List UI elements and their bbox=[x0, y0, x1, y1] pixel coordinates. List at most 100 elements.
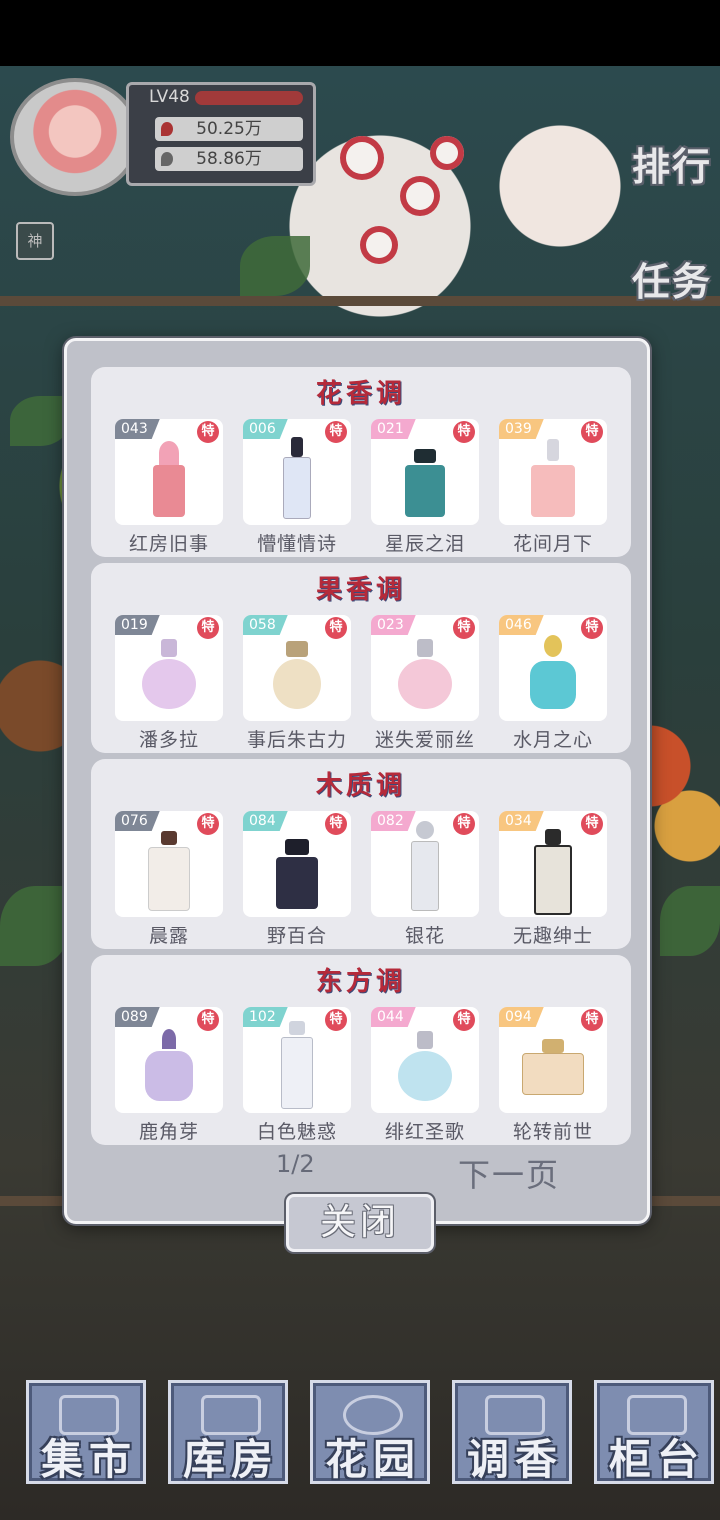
nav-market[interactable]: 集市 bbox=[26, 1380, 146, 1484]
perfume-bottle-cap-icon bbox=[545, 829, 561, 845]
perfume-item[interactable]: 021 特 星辰之泪 bbox=[371, 419, 479, 556]
next-page-button[interactable]: 下一页 bbox=[458, 1150, 560, 1196]
special-badge: 特 bbox=[453, 1009, 475, 1031]
perfume-item[interactable]: 034 特 无趣绅士 bbox=[499, 811, 607, 948]
leaf-icon bbox=[161, 152, 173, 166]
special-badge: 特 bbox=[453, 813, 475, 835]
side-menu-task[interactable]: 任务 bbox=[614, 251, 712, 306]
perfume-number: 084 bbox=[243, 811, 288, 831]
perfume-item[interactable]: 102 特 白色魅惑 bbox=[243, 1007, 351, 1144]
perfume-number: 006 bbox=[243, 419, 288, 439]
special-badge: 特 bbox=[325, 1009, 347, 1031]
perfume-name: 懵懂情诗 bbox=[256, 533, 337, 555]
category-woody: 木质调 076 特 晨露 084 特 野百合 082 特 银花 034 特 无趣… bbox=[91, 759, 631, 949]
perfume-item[interactable]: 089 特 鹿角芽 bbox=[115, 1007, 223, 1144]
perfume-item[interactable]: 082 特 银花 bbox=[371, 811, 479, 948]
player-stats: LV48 50.25万 58.86万 bbox=[126, 82, 316, 186]
perfume-bottle-icon bbox=[398, 1051, 452, 1101]
special-badge: 特 bbox=[581, 421, 603, 443]
experience-bar bbox=[195, 91, 303, 105]
perfume-card[interactable]: 046 特 bbox=[499, 615, 607, 721]
nav-counter[interactable]: 柜台 bbox=[594, 1380, 714, 1484]
perfume-card[interactable]: 058 特 bbox=[243, 615, 351, 721]
perfume-item[interactable]: 084 特 野百合 bbox=[243, 811, 351, 948]
special-badge: 特 bbox=[325, 421, 347, 443]
perfume-number: 058 bbox=[243, 615, 288, 635]
perfume-number: 023 bbox=[371, 615, 416, 635]
perfume-card[interactable]: 034 特 bbox=[499, 811, 607, 917]
perfume-card[interactable]: 021 特 bbox=[371, 419, 479, 525]
nav-warehouse[interactable]: 库房 bbox=[168, 1380, 288, 1484]
flower-decoration bbox=[340, 136, 384, 180]
perfume-name: 红房旧事 bbox=[128, 533, 209, 555]
perfume-card[interactable]: 076 特 bbox=[115, 811, 223, 917]
perfume-bottle-cap-icon bbox=[544, 635, 562, 657]
perfume-item[interactable]: 039 特 花间月下 bbox=[499, 419, 607, 556]
perfume-name: 花间月下 bbox=[512, 533, 593, 555]
perfume-bottle-icon bbox=[398, 659, 452, 709]
perfume-bottle-icon bbox=[522, 1053, 584, 1095]
special-badge: 特 bbox=[453, 617, 475, 639]
perfume-bottle-cap-icon bbox=[161, 639, 177, 657]
perfume-number: 094 bbox=[499, 1007, 544, 1027]
close-button[interactable]: 关闭 bbox=[286, 1194, 434, 1252]
special-badge: 特 bbox=[197, 813, 219, 835]
perfume-bottle-icon bbox=[148, 847, 190, 911]
side-menu: 排行 任务 bbox=[614, 136, 712, 324]
flower-decoration bbox=[400, 176, 440, 216]
category-title: 木质调 bbox=[315, 771, 406, 801]
leaf-decoration bbox=[0, 886, 70, 966]
perfume-name: 银花 bbox=[404, 925, 445, 947]
perfume-card[interactable]: 019 特 bbox=[115, 615, 223, 721]
perfume-name: 星辰之泪 bbox=[384, 533, 465, 555]
perfume-card[interactable]: 082 特 bbox=[371, 811, 479, 917]
status-bar bbox=[0, 0, 720, 66]
perfume-item[interactable]: 058 特 事后朱古力 bbox=[243, 615, 351, 752]
perfume-card[interactable]: 084 特 bbox=[243, 811, 351, 917]
perfume-bottle-cap-icon bbox=[542, 1039, 564, 1053]
perfume-card[interactable]: 044 特 bbox=[371, 1007, 479, 1113]
perfume-item[interactable]: 006 特 懵懂情诗 bbox=[243, 419, 351, 556]
god-badge[interactable]: 神 bbox=[16, 222, 54, 260]
perfume-card[interactable]: 102 特 bbox=[243, 1007, 351, 1113]
perfume-name: 晨露 bbox=[148, 925, 189, 947]
perfume-card[interactable]: 039 特 bbox=[499, 419, 607, 525]
perfume-number: 082 bbox=[371, 811, 416, 831]
perfume-card[interactable]: 043 特 bbox=[115, 419, 223, 525]
nav-garden[interactable]: 花园 bbox=[310, 1380, 430, 1484]
special-badge: 特 bbox=[453, 421, 475, 443]
perfume-item[interactable]: 019 特 潘多拉 bbox=[115, 615, 223, 752]
perfume-item[interactable]: 076 特 晨露 bbox=[115, 811, 223, 948]
perfume-bottle-cap-icon bbox=[162, 1029, 176, 1049]
perfume-card[interactable]: 089 特 bbox=[115, 1007, 223, 1113]
side-menu-ranking[interactable]: 排行 bbox=[614, 136, 712, 191]
nav-blend[interactable]: 调香 bbox=[452, 1380, 572, 1484]
page-indicator: 1/2 bbox=[276, 1150, 315, 1178]
bottom-navigation: 集市 库房 花园 调香 柜台 bbox=[0, 1380, 720, 1490]
category-title: 东方调 bbox=[315, 967, 406, 997]
perfume-number: 044 bbox=[371, 1007, 416, 1027]
perfume-item[interactable]: 094 特 轮转前世 bbox=[499, 1007, 607, 1144]
perfume-item[interactable]: 046 特 水月之心 bbox=[499, 615, 607, 752]
avatar[interactable] bbox=[10, 78, 140, 196]
perfume-number: 089 bbox=[115, 1007, 160, 1027]
nav-label: 集市 bbox=[40, 1435, 137, 1484]
perfume-bottle-icon bbox=[142, 659, 196, 709]
perfume-name: 野百合 bbox=[266, 925, 327, 947]
player-panel[interactable]: LV48 50.25万 58.86万 bbox=[10, 78, 316, 196]
perfume-item[interactable]: 023 特 迷失爱丽丝 bbox=[371, 615, 479, 752]
perfume-card[interactable]: 094 特 bbox=[499, 1007, 607, 1113]
perfume-bottle-icon bbox=[411, 841, 439, 911]
nav-label: 柜台 bbox=[608, 1435, 705, 1484]
perfume-item[interactable]: 043 特 红房旧事 bbox=[115, 419, 223, 556]
special-badge: 特 bbox=[325, 813, 347, 835]
perfume-bottle-icon bbox=[273, 659, 321, 709]
perfume-number: 076 bbox=[115, 811, 160, 831]
perfume-number: 102 bbox=[243, 1007, 288, 1027]
perfume-card[interactable]: 006 特 bbox=[243, 419, 351, 525]
perfume-name: 鹿角芽 bbox=[138, 1121, 199, 1143]
perfume-card[interactable]: 023 特 bbox=[371, 615, 479, 721]
perfume-bottle-icon bbox=[530, 661, 576, 709]
leaf-decoration bbox=[10, 396, 70, 446]
perfume-item[interactable]: 044 特 绯红圣歌 bbox=[371, 1007, 479, 1144]
